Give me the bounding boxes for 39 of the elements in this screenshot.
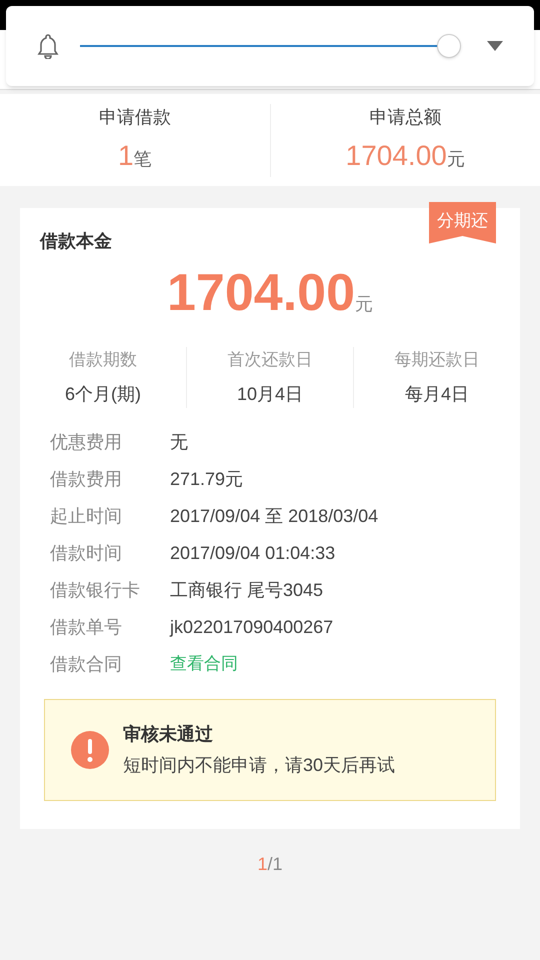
detail-value: jk022017090400267 — [170, 616, 334, 639]
summary-label: 申请总额 — [369, 106, 442, 128]
current-page: 1 — [257, 852, 268, 876]
stat-value: 10月4日 — [236, 382, 304, 406]
stat-label: 每期还款日 — [394, 349, 480, 371]
exclamation-icon — [71, 730, 109, 768]
brightness-slider[interactable] — [80, 33, 460, 59]
summary-value: 1704.00 — [346, 138, 447, 172]
principal-amount: 1704.00 — [167, 267, 355, 319]
unit-label: 元 — [446, 148, 465, 170]
detail-value: 2017/09/04 至 2018/03/04 — [170, 504, 378, 528]
detail-value: 工商银行 尾号3045 — [170, 578, 324, 602]
detail-label: 借款时间 — [50, 542, 123, 564]
dropdown-caret-icon[interactable] — [486, 40, 504, 52]
detail-label: 起止时间 — [50, 504, 123, 528]
summary-label: 申请借款 — [98, 106, 171, 128]
unit-label: 元 — [354, 293, 373, 316]
detail-value: 2017/09/04 01:04:33 — [170, 542, 336, 564]
stat-value: 6个月(期) — [65, 382, 141, 406]
detail-value: 271.79元 — [170, 468, 244, 490]
detail-label: 借款银行卡 — [50, 578, 141, 602]
card-title: 借款本金 — [40, 231, 112, 251]
page-total: /1 — [268, 852, 283, 876]
alert-title: 审核未通过 — [123, 722, 214, 746]
detail-label: 借款单号 — [50, 616, 123, 638]
slider-thumb[interactable] — [436, 34, 461, 58]
stat-label: 首次还款日 — [228, 349, 312, 371]
detail-label: 借款合同 — [50, 652, 123, 676]
unit-label: 笔 — [134, 148, 152, 170]
detail-value: 无 — [170, 430, 188, 454]
bell-icon[interactable] — [36, 33, 60, 59]
alert-message: 短时间内不能申请，请30天后再试 — [123, 754, 396, 776]
badge: 分期还 — [429, 202, 496, 244]
contract-link[interactable]: 查看合同 — [170, 651, 238, 677]
detail-label: 优惠费用 — [50, 430, 123, 454]
detail-label: 借款费用 — [50, 468, 123, 490]
stat-value: 每月4日 — [404, 382, 469, 406]
stat-label: 借款期数 — [69, 349, 137, 371]
summary-value: 1 — [118, 138, 134, 172]
